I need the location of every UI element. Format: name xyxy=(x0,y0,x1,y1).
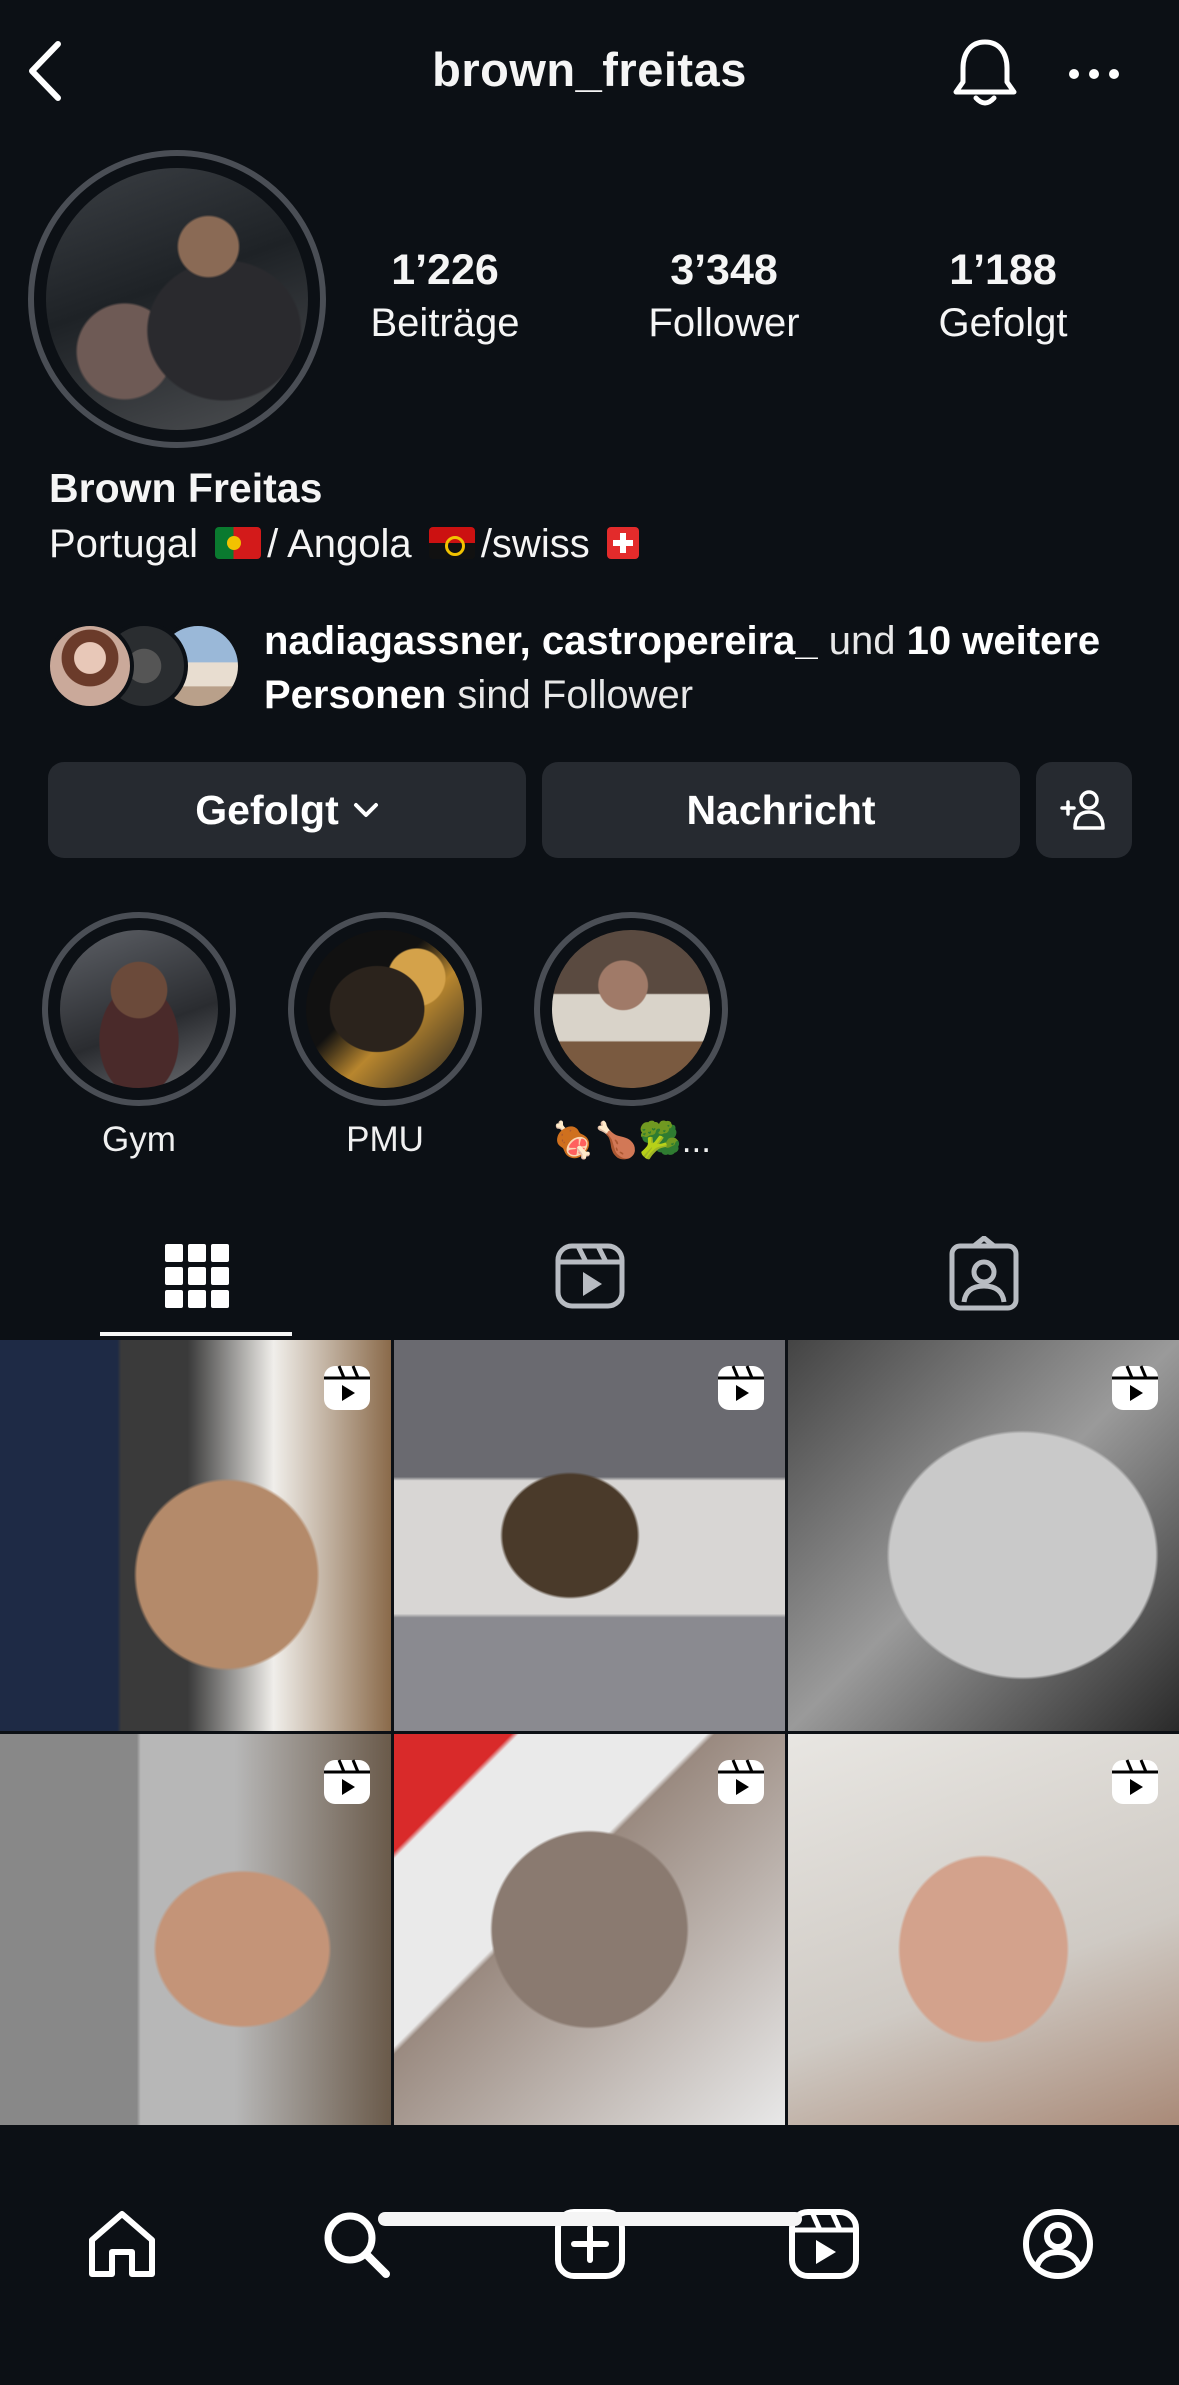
reel-badge-icon xyxy=(1112,1365,1158,1410)
profile-avatar[interactable] xyxy=(46,168,308,430)
mutual-and: und xyxy=(828,619,896,663)
following-button[interactable]: Gefolgt xyxy=(48,762,526,858)
reel-badge-icon xyxy=(718,1365,764,1410)
add-person-icon xyxy=(1060,790,1105,830)
portugal-flag-icon xyxy=(215,527,262,560)
tab-reels-icon[interactable] xyxy=(550,1236,630,1316)
message-button-label: Nachricht xyxy=(686,786,876,833)
stat-following[interactable]: 1’188 Gefolgt xyxy=(893,244,1113,348)
bio-angola: / Angola xyxy=(267,522,412,566)
highlight-cover xyxy=(552,930,710,1088)
post-thumbnail[interactable] xyxy=(0,1734,391,2125)
mutual-follower-names: nadiagassner, castropereira_ xyxy=(264,619,818,663)
highlight-cover xyxy=(306,930,464,1088)
more-options-icon[interactable] xyxy=(1068,60,1120,88)
home-indicator xyxy=(378,2212,802,2226)
post-thumbnail[interactable] xyxy=(394,1340,785,1731)
reel-badge-icon xyxy=(1112,1759,1158,1804)
highlight-ring xyxy=(534,912,728,1106)
highlight-ring xyxy=(42,912,236,1106)
posts-grid xyxy=(0,1340,1179,2130)
reel-badge-icon xyxy=(718,1759,764,1804)
mutual-suffix: sind Follower xyxy=(457,673,694,717)
stat-posts-label: Beiträge xyxy=(370,301,520,345)
profile-bio: Portugal / Angola /swiss xyxy=(49,522,645,567)
reel-badge-icon xyxy=(324,1365,370,1410)
switzerland-flag-icon xyxy=(606,527,639,560)
bio-portugal: Portugal xyxy=(49,522,198,566)
tab-tagged-icon[interactable] xyxy=(944,1236,1024,1316)
following-button-label: Gefolgt xyxy=(195,786,339,833)
suggested-users-button[interactable] xyxy=(1036,762,1132,858)
stat-followers-count: 3’348 xyxy=(670,246,778,294)
reel-badge-icon xyxy=(324,1759,370,1804)
avatar xyxy=(46,622,134,710)
mutual-followers-avatars[interactable] xyxy=(46,622,242,714)
highlight-label: 🍖🍗🥦... xyxy=(551,1121,711,1160)
message-button[interactable]: Nachricht xyxy=(542,762,1020,858)
profile-display-name: Brown Freitas xyxy=(49,465,323,511)
post-thumbnail[interactable] xyxy=(788,1340,1179,1731)
post-thumbnail[interactable] xyxy=(788,1734,1179,2125)
chevron-down-icon xyxy=(353,803,378,817)
highlight-ring xyxy=(288,912,482,1106)
home-icon[interactable] xyxy=(84,2206,160,2282)
bio-swiss: /swiss xyxy=(480,522,590,566)
bottom-tab-bar xyxy=(0,2136,1179,2385)
highlight-food[interactable]: 🍖🍗🥦... xyxy=(534,912,728,1161)
stat-following-count: 1’188 xyxy=(949,246,1057,294)
mutual-followers-text[interactable]: nadiagassner, castropereira_ und 10 weit… xyxy=(264,614,1124,722)
highlight-label: PMU xyxy=(346,1120,424,1159)
profile-icon[interactable] xyxy=(1020,2206,1096,2282)
stat-followers-label: Follower xyxy=(648,301,800,345)
bell-icon[interactable] xyxy=(950,34,1020,110)
tab-grid-posts-icon[interactable] xyxy=(157,1236,237,1316)
highlight-cover xyxy=(60,930,218,1088)
stat-posts-count: 1’226 xyxy=(391,246,499,294)
stat-following-label: Gefolgt xyxy=(938,301,1068,345)
angola-flag-icon xyxy=(428,527,475,560)
stat-posts: 1’226 Beiträge xyxy=(335,244,555,348)
highlight-gym[interactable]: Gym xyxy=(42,912,236,1160)
highlight-label: Gym xyxy=(102,1120,176,1159)
post-thumbnail[interactable] xyxy=(0,1340,391,1731)
active-tab-indicator xyxy=(100,1332,292,1336)
post-thumbnail[interactable] xyxy=(394,1734,785,2125)
highlight-pmu[interactable]: PMU xyxy=(288,912,482,1160)
stat-followers[interactable]: 3’348 Follower xyxy=(614,244,834,348)
